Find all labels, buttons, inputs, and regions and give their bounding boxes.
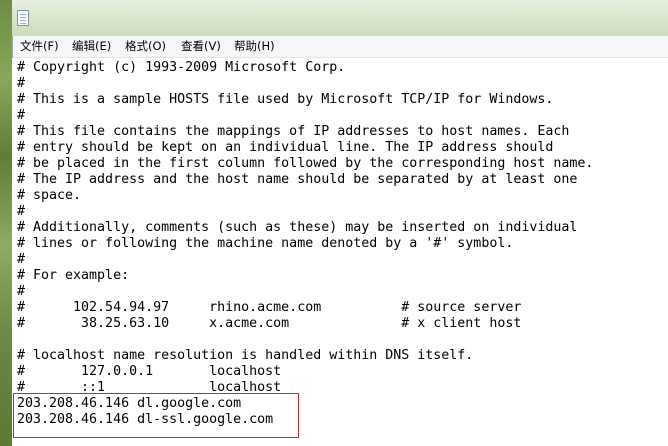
- text-editor-area[interactable]: # Copyright (c) 1993-2009 Microsoft Corp…: [12, 58, 668, 446]
- editor-line: # be placed in the first column followed…: [17, 156, 594, 171]
- menu-edit[interactable]: 编辑(E): [72, 39, 111, 54]
- editor-line: # Additionally, comments (such as these)…: [17, 220, 578, 235]
- editor-line: # The IP address and the host name shoul…: [17, 172, 578, 187]
- editor-line: # localhost name resolution is handled w…: [17, 348, 474, 363]
- editor-line: #: [17, 284, 26, 299]
- highlight-annotation-box: [13, 393, 299, 438]
- desktop-background: [0, 0, 12, 446]
- notepad-icon[interactable]: [17, 10, 29, 26]
- editor-line: #: [17, 252, 26, 267]
- menu-bar: 文件(F) 编辑(E) 格式(O) 查看(V) 帮助(H): [12, 36, 668, 58]
- editor-line: # Copyright (c) 1993-2009 Microsoft Corp…: [17, 60, 346, 75]
- menu-view[interactable]: 查看(V): [181, 39, 221, 54]
- editor-line: #: [17, 108, 26, 123]
- notepad-window: 文件(F) 编辑(E) 格式(O) 查看(V) 帮助(H) # Copyrigh…: [12, 0, 668, 446]
- editor-line: # This file contains the mappings of IP …: [17, 124, 570, 139]
- editor-content[interactable]: # Copyright (c) 1993-2009 Microsoft Corp…: [17, 60, 593, 428]
- editor-line: # space.: [17, 188, 82, 203]
- editor-line: # 102.54.94.97 rhino.acme.com # source s…: [17, 300, 522, 315]
- editor-line: # For example:: [17, 268, 130, 283]
- menu-help[interactable]: 帮助(H): [234, 39, 275, 54]
- menu-format[interactable]: 格式(O): [125, 39, 166, 54]
- editor-line: #: [17, 76, 26, 91]
- editor-line: # 38.25.63.10 x.acme.com # x client host: [17, 316, 522, 331]
- menu-file[interactable]: 文件(F): [20, 39, 59, 54]
- editor-line: # 127.0.0.1 localhost: [17, 364, 282, 379]
- editor-line: # This is a sample HOSTS file used by Mi…: [17, 92, 554, 107]
- editor-line: # entry should be kept on an individual …: [17, 140, 554, 155]
- title-bar[interactable]: [12, 0, 668, 36]
- editor-line: #: [17, 204, 26, 219]
- editor-line: # lines or following the machine name de…: [17, 236, 514, 251]
